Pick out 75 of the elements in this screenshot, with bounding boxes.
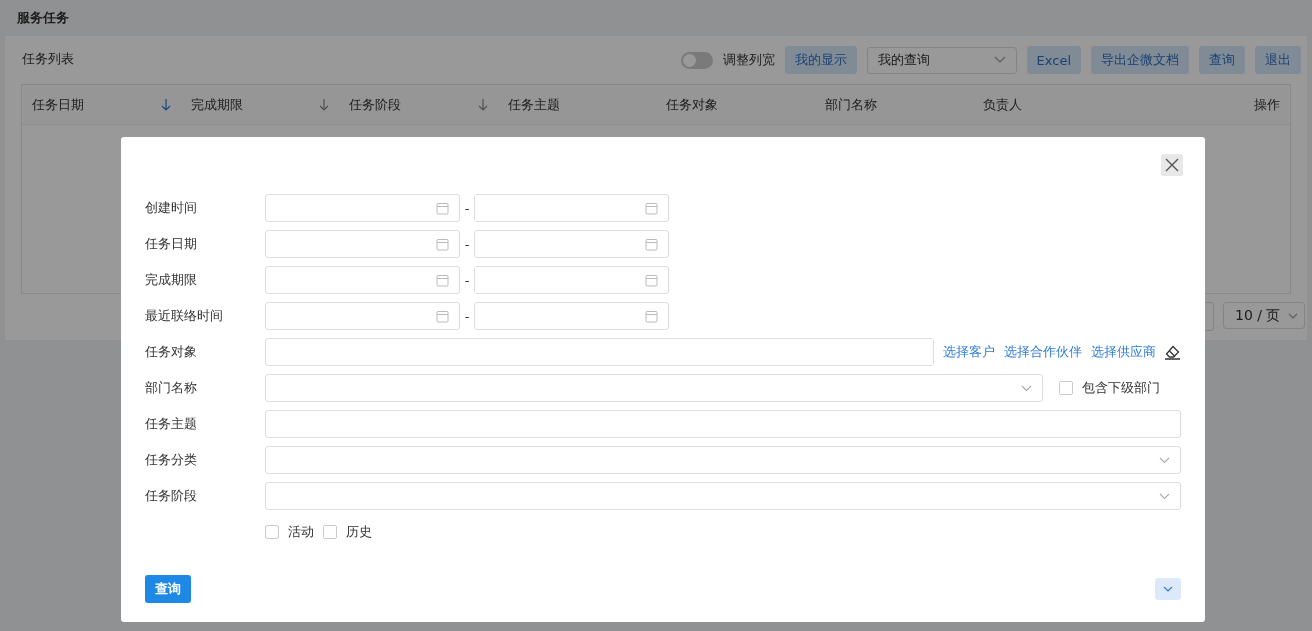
chevron-down-icon bbox=[1159, 492, 1170, 500]
eraser-icon[interactable] bbox=[1164, 344, 1181, 360]
text-field[interactable] bbox=[265, 338, 934, 366]
page-title: 服务任务 bbox=[17, 9, 69, 27]
calendar-icon bbox=[645, 237, 658, 251]
column-header: 任务日期 bbox=[32, 95, 84, 114]
field-label: 任务主题 bbox=[145, 415, 198, 433]
text-field[interactable] bbox=[265, 410, 1181, 438]
select-field[interactable] bbox=[265, 482, 1181, 510]
date-field[interactable] bbox=[265, 266, 460, 294]
list-title: 任务列表 bbox=[22, 50, 74, 68]
calendar-icon bbox=[645, 273, 658, 287]
field-label: 任务日期 bbox=[145, 235, 198, 253]
calendar-icon bbox=[436, 273, 449, 287]
sort-arrow-icon[interactable] bbox=[477, 98, 488, 111]
column-header: 完成期限 bbox=[190, 95, 243, 114]
toolbar-button[interactable]: 导出企微文档 bbox=[1091, 46, 1189, 74]
calendar-icon bbox=[436, 201, 449, 215]
date-field[interactable] bbox=[265, 194, 460, 222]
expand-button[interactable] bbox=[1155, 578, 1181, 600]
checkbox-label: 活动 bbox=[288, 523, 314, 541]
column-header: 任务对象 bbox=[666, 95, 718, 114]
date-field[interactable] bbox=[474, 266, 669, 294]
checkbox-label: 历史 bbox=[346, 523, 372, 541]
toggle-label: 调整列宽 bbox=[722, 51, 775, 69]
select-field[interactable] bbox=[265, 374, 1043, 402]
range-separator: - bbox=[463, 200, 471, 216]
calendar-icon bbox=[645, 201, 658, 215]
field-label: 创建时间 bbox=[145, 199, 198, 217]
select-link[interactable]: 选择合作伙伴 bbox=[1004, 343, 1082, 361]
display-button[interactable]: 我的显示 bbox=[784, 46, 857, 74]
date-field[interactable] bbox=[265, 230, 460, 258]
toolbar-button[interactable]: 退出 bbox=[1255, 46, 1301, 74]
select-field[interactable] bbox=[265, 446, 1181, 474]
query-select[interactable]: 我的查询 bbox=[866, 46, 1017, 74]
checkbox-label: 包含下级部门 bbox=[1082, 379, 1160, 397]
chevron-down-icon bbox=[1163, 586, 1173, 592]
checkbox[interactable] bbox=[323, 525, 337, 539]
column-header: 负责人 bbox=[983, 95, 1022, 114]
calendar-icon bbox=[436, 237, 449, 251]
toggle-switch[interactable] bbox=[680, 51, 713, 69]
sort-arrow-icon[interactable] bbox=[160, 98, 171, 111]
column-header: 任务阶段 bbox=[349, 95, 401, 114]
field-label: 完成期限 bbox=[145, 271, 198, 289]
toolbar-button[interactable]: Excel bbox=[1026, 46, 1081, 74]
chevron-down-icon bbox=[1159, 456, 1170, 464]
query-button[interactable]: 查询 bbox=[145, 575, 191, 603]
range-separator: - bbox=[463, 272, 471, 288]
field-label: 部门名称 bbox=[145, 379, 198, 397]
calendar-icon bbox=[436, 309, 449, 323]
field-label: 最近联络时间 bbox=[145, 307, 224, 325]
field-label: 任务分类 bbox=[145, 451, 198, 469]
calendar-icon bbox=[645, 309, 658, 323]
chevron-down-icon bbox=[1288, 312, 1298, 319]
column-header: 部门名称 bbox=[824, 95, 877, 114]
field-label: 任务对象 bbox=[145, 343, 198, 361]
date-field[interactable] bbox=[474, 230, 669, 258]
checkbox[interactable] bbox=[265, 525, 279, 539]
chevron-down-icon bbox=[1021, 384, 1032, 392]
date-field[interactable] bbox=[265, 302, 460, 330]
date-field[interactable] bbox=[474, 194, 669, 222]
close-button[interactable] bbox=[1161, 154, 1183, 176]
range-separator: - bbox=[463, 308, 471, 324]
column-header: 任务主题 bbox=[507, 95, 560, 114]
select-link[interactable]: 选择供应商 bbox=[1091, 343, 1156, 361]
checkbox[interactable] bbox=[1059, 381, 1073, 395]
toolbar-button[interactable]: 查询 bbox=[1199, 46, 1245, 74]
page-size-select[interactable]: 10 / 页 bbox=[1223, 302, 1305, 329]
range-separator: - bbox=[463, 236, 471, 252]
select-link[interactable]: 选择客户 bbox=[943, 343, 995, 361]
field-label: 任务阶段 bbox=[145, 487, 198, 505]
column-header: 操作 bbox=[1254, 95, 1280, 114]
chevron-down-icon bbox=[993, 56, 1006, 64]
date-field[interactable] bbox=[474, 302, 669, 330]
sort-arrow-icon[interactable] bbox=[319, 98, 329, 111]
